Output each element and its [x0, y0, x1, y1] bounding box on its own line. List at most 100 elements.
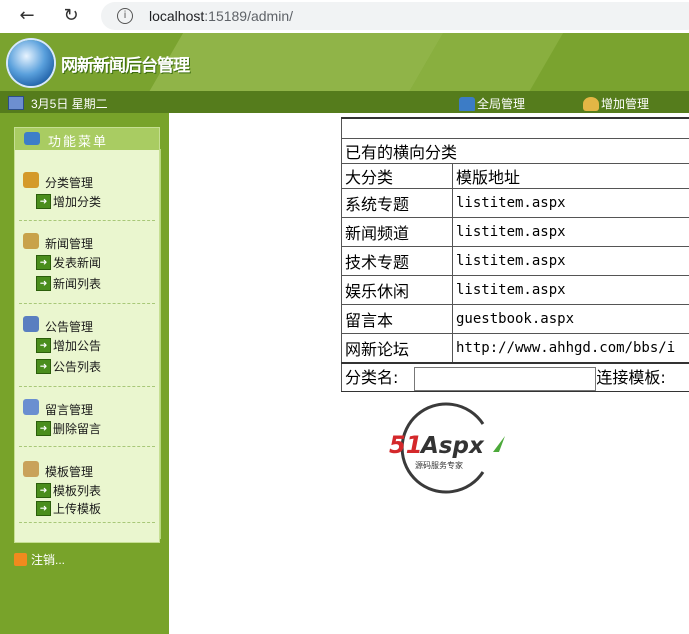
site-title: 网新新闻后台管理 [61, 56, 190, 76]
menu-item-notice-list[interactable]: ➜ 公告列表 [15, 355, 159, 376]
menu-group-messages: 留言管理 ➜ 删除留言 [15, 399, 159, 438]
logout-label: 注销... [31, 553, 66, 567]
template-path: listitem.aspx [452, 188, 689, 218]
menu-group-label: 公告管理 [45, 320, 94, 334]
back-arrow-icon[interactable]: ← [14, 4, 40, 28]
user-message-icon [23, 399, 39, 415]
template-path: listitem.aspx [452, 246, 689, 276]
menu-divider [19, 220, 155, 221]
category-name: 系统专题 [341, 188, 453, 218]
folders-icon [23, 172, 39, 188]
logout-link[interactable]: 注销... [14, 551, 65, 568]
template-path: listitem.aspx [452, 275, 689, 305]
menu-divider [19, 386, 155, 387]
globe-logo-icon [8, 40, 54, 86]
table-row: 留言本 guestbook.aspx [341, 304, 689, 334]
top-nav-bar: 3月5日 星期二 全局管理 增加管理 [0, 91, 689, 113]
menu-group-label: 新闻管理 [45, 237, 94, 251]
logo-brand-51: 51 [389, 431, 422, 459]
arrow-right-icon: ➜ [36, 501, 51, 516]
info-icon[interactable]: i [117, 8, 133, 24]
category-name-label: 分类名: [345, 368, 399, 387]
menu-header: 功能菜单 [15, 128, 159, 150]
category-name: 留言本 [341, 304, 453, 334]
column-header: 模版地址 [452, 163, 689, 189]
menu-header-label: 功能菜单 [48, 135, 109, 150]
template-link-label: 连接模板: [596, 368, 666, 387]
table-row: 技术专题 listitem.aspx [341, 246, 689, 276]
logo-brand-aspx: Aspx [419, 433, 485, 459]
arrow-right-icon: ➜ [36, 483, 51, 498]
menu-group-title: 模板管理 [15, 461, 159, 479]
house-icon [459, 97, 475, 111]
menu-item-post-news[interactable]: ➜ 发表新闻 [15, 251, 159, 272]
menu-group-notice: 公告管理 ➜ 增加公告 ➜ 公告列表 [15, 316, 159, 376]
table-row: 系统专题 listitem.aspx [341, 188, 689, 218]
arrow-right-icon: ➜ [36, 359, 51, 374]
documents-icon [23, 233, 39, 249]
table-caption: 已有的横向分类 [341, 138, 689, 164]
menu-item-label: 删除留言 [53, 422, 102, 436]
user-icon [583, 97, 599, 111]
menu-divider [19, 522, 155, 523]
menu-house-icon [24, 132, 40, 145]
menu-item-add-category[interactable]: ➜ 增加分类 [15, 190, 159, 211]
arrow-right-icon: ➜ [36, 255, 51, 270]
menu-divider [19, 303, 155, 304]
arrow-right-icon: ➜ [36, 276, 51, 291]
category-table-wrapper: 已有的横向分类 大分类 模版地址 系统专题 listitem.aspx 新闻频道 l… [341, 117, 689, 392]
logout-icon [14, 553, 27, 566]
arrow-right-icon: ➜ [36, 421, 51, 436]
magnifier-icon [23, 461, 39, 477]
menu-group-title: 分类管理 [15, 172, 159, 190]
menu-item-label: 增加公告 [53, 339, 102, 353]
calendar-icon [8, 96, 24, 110]
logo-tagline: 源码服务专家 [415, 460, 463, 470]
global-settings-link[interactable]: 全局管理 [459, 95, 525, 112]
function-menu: 功能菜单 分类管理 ➜ 增加分类 新闻管理 ➜ 发表新闻 ➜ 新闻列表 公告管理 ➜ 增… [14, 127, 160, 543]
menu-item-label: 发表新闻 [53, 256, 102, 270]
arrow-right-icon: ➜ [36, 338, 51, 353]
reload-icon[interactable]: ↻ [58, 4, 84, 28]
menu-item-delete-message[interactable]: ➜ 删除留言 [15, 417, 159, 438]
menu-item-label: 新闻列表 [53, 277, 102, 291]
category-name: 网新论坛 [341, 333, 453, 364]
menu-item-news-list[interactable]: ➜ 新闻列表 [15, 272, 159, 293]
category-name-input[interactable] [414, 366, 597, 391]
current-date: 3月5日 星期二 [31, 97, 108, 111]
menu-group-label: 留言管理 [45, 403, 94, 417]
menu-item-add-notice[interactable]: ➜ 增加公告 [15, 334, 159, 355]
watermark-logo: 51 Aspx 源码服务专家 [389, 402, 505, 494]
menu-item-label: 公告列表 [53, 360, 102, 374]
category-name: 技术专题 [341, 246, 453, 276]
car-icon [23, 316, 39, 332]
add-admin-link[interactable]: 增加管理 [583, 95, 649, 112]
template-path: listitem.aspx [452, 217, 689, 247]
menu-item-label: 增加分类 [53, 195, 102, 209]
menu-item-label: 上传模板 [53, 502, 102, 516]
url-text[interactable]: localhost:15189/admin/ [149, 8, 293, 24]
arrow-right-icon: ➜ [36, 194, 51, 209]
menu-item-template-list[interactable]: ➜ 模板列表 [15, 479, 159, 498]
browser-toolbar: ← ↻ i localhost:15189/admin/ [0, 0, 689, 33]
menu-group-category: 分类管理 ➜ 增加分类 [15, 172, 159, 211]
template-path: guestbook.aspx [452, 304, 689, 334]
menu-item-upload-template[interactable]: ➜ 上传模板 [15, 497, 159, 518]
menu-group-template: 模板管理 ➜ 模板列表 ➜ 上传模板 [15, 461, 159, 518]
table-row: 网新论坛 http://www.ahhgd.com/bbs/i [341, 333, 689, 364]
logo-check-mark [493, 436, 505, 452]
menu-group-label: 分类管理 [45, 176, 94, 190]
table-caption-row: 已有的横向分类 [341, 138, 689, 164]
menu-group-news: 新闻管理 ➜ 发表新闻 ➜ 新闻列表 [15, 233, 159, 293]
category-table: 已有的横向分类 大分类 模版地址 系统专题 listitem.aspx 新闻频道 l… [341, 117, 689, 392]
url-path: :15189/admin/ [204, 8, 293, 24]
header-banner: 网新新闻后台管理 [0, 33, 689, 91]
table-header-row: 大分类 模版地址 [341, 163, 689, 189]
category-name: 新闻频道 [341, 217, 453, 247]
category-name: 娱乐休闲 [341, 275, 453, 305]
menu-divider [19, 446, 155, 447]
address-bar[interactable]: i localhost:15189/admin/ [101, 2, 689, 30]
table-spacer-row [341, 117, 689, 139]
menu-group-title: 新闻管理 [15, 233, 159, 251]
menu-group-title: 留言管理 [15, 399, 159, 417]
